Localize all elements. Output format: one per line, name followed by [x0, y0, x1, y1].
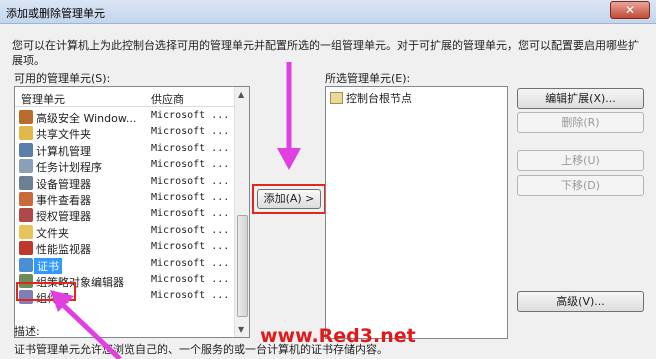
add-remove-snapins-dialog: 您可以在计算机上为此控制台选择可用的管理单元并配置所选的一组管理单元。对于可扩展… — [0, 24, 656, 359]
certificate-icon — [19, 257, 33, 272]
snapin-name: 高级安全 Window... — [36, 112, 137, 125]
snapin-vendor: Microsoft ... — [151, 274, 230, 285]
list-item[interactable]: 授权管理器 Microsoft ... — [15, 207, 235, 223]
snapin-name: 性能监视器 — [36, 243, 91, 257]
column-header-vendor[interactable]: 供应商 — [151, 91, 184, 107]
available-snapins-label: 可用的管理单元(S): — [14, 72, 111, 85]
snapin-name: 设备管理器 — [36, 177, 91, 191]
snapin-name: 证书 — [34, 257, 62, 274]
list-item[interactable]: 计算机管理 Microsoft ... — [15, 142, 235, 158]
tree-item-console-root[interactable]: 控制台根节点 — [330, 90, 412, 106]
list-item[interactable]: 设备管理器 Microsoft ... — [15, 175, 235, 191]
snapin-vendor: Microsoft ... — [151, 142, 230, 154]
snapin-vendor: Microsoft ... — [151, 175, 230, 187]
list-item[interactable]: 证书 Microsoft ... — [15, 257, 235, 274]
snapin-name: 计算机管理 — [36, 144, 91, 158]
snapin-vendor: Microsoft ... — [151, 159, 230, 171]
snapin-vendor: Microsoft ... — [151, 208, 230, 220]
close-icon: ✕ — [624, 3, 636, 17]
folder-icon — [19, 224, 33, 239]
scroll-up-icon[interactable]: ▲ — [238, 90, 244, 99]
snapin-name: 事件查看器 — [36, 194, 91, 207]
authorization-icon — [19, 208, 33, 223]
move-up-button[interactable]: 上移(U) — [517, 150, 644, 171]
scrollbar-thumb[interactable] — [237, 215, 248, 317]
firewall-icon — [19, 110, 33, 124]
tree-item-label: 控制台根节点 — [346, 92, 412, 105]
column-header-name[interactable]: 管理单元 — [21, 91, 65, 107]
watermark: www.Red3.net — [260, 325, 416, 347]
device-manager-icon — [19, 175, 33, 190]
list-item[interactable]: 共享文件夹 Microsoft ... — [15, 125, 235, 141]
folder-icon — [330, 92, 343, 104]
list-item[interactable]: 性能监视器 Microsoft ... — [15, 240, 235, 256]
clock-icon — [19, 159, 33, 174]
snapin-name: 任务计划程序 — [36, 161, 102, 175]
shared-folder-icon — [19, 126, 33, 141]
window-title: 添加或删除管理单元 — [6, 7, 105, 20]
edit-extensions-button[interactable]: 编辑扩展(X)... — [517, 88, 644, 109]
list-item[interactable]: 文件夹 Microsoft ... — [15, 224, 235, 240]
performance-icon — [19, 241, 33, 256]
snapin-name: 共享文件夹 — [36, 128, 91, 142]
snapin-name: 文件夹 — [36, 226, 69, 240]
list-scrollbar[interactable]: ▲ ▼ — [234, 87, 249, 337]
list-item[interactable]: 任务计划程序 Microsoft ... — [15, 158, 235, 174]
close-button[interactable]: ✕ — [610, 1, 650, 19]
remove-button[interactable]: 删除(R) — [517, 112, 644, 133]
snapin-vendor: Microsoft ... — [151, 290, 230, 302]
snapin-name: 授权管理器 — [36, 210, 91, 224]
list-item[interactable]: 高级安全 Window... Microsoft ... — [15, 109, 235, 125]
move-down-button[interactable]: 下移(D) — [517, 175, 644, 196]
snapin-vendor: Microsoft ... — [151, 192, 230, 203]
snapin-vendor: Microsoft ... — [151, 241, 230, 253]
list-header: 管理单元 供应商 — [15, 87, 235, 107]
scroll-down-icon[interactable]: ▼ — [238, 325, 244, 334]
computer-management-icon — [19, 142, 33, 157]
available-snapins-list[interactable]: 管理单元 供应商 高级安全 Window... Microsoft ... 共享文件… — [14, 86, 250, 338]
certificate-highlight-frame — [16, 282, 76, 301]
add-button[interactable]: 添加(A) > — [257, 189, 321, 209]
snapin-vendor: Microsoft ... — [151, 257, 230, 269]
snapin-vendor: Microsoft ... — [151, 110, 230, 121]
selected-snapins-list[interactable]: 控制台根节点 — [325, 86, 508, 339]
list-item[interactable]: 事件查看器 Microsoft ... — [15, 191, 235, 207]
snapin-vendor: Microsoft ... — [151, 224, 230, 236]
dialog-description: 您可以在计算机上为此控制台选择可用的管理单元并配置所选的一组管理单元。对于可扩展… — [12, 39, 639, 67]
event-viewer-icon — [19, 192, 33, 206]
description-label: 描述: — [14, 325, 40, 338]
title-bar: 添加或删除管理单元 ✕ — [0, 0, 656, 24]
snapin-vendor: Microsoft ... — [151, 126, 230, 138]
selected-snapins-label: 所选管理单元(E): — [325, 72, 411, 85]
advanced-button[interactable]: 高级(V)... — [517, 291, 644, 312]
